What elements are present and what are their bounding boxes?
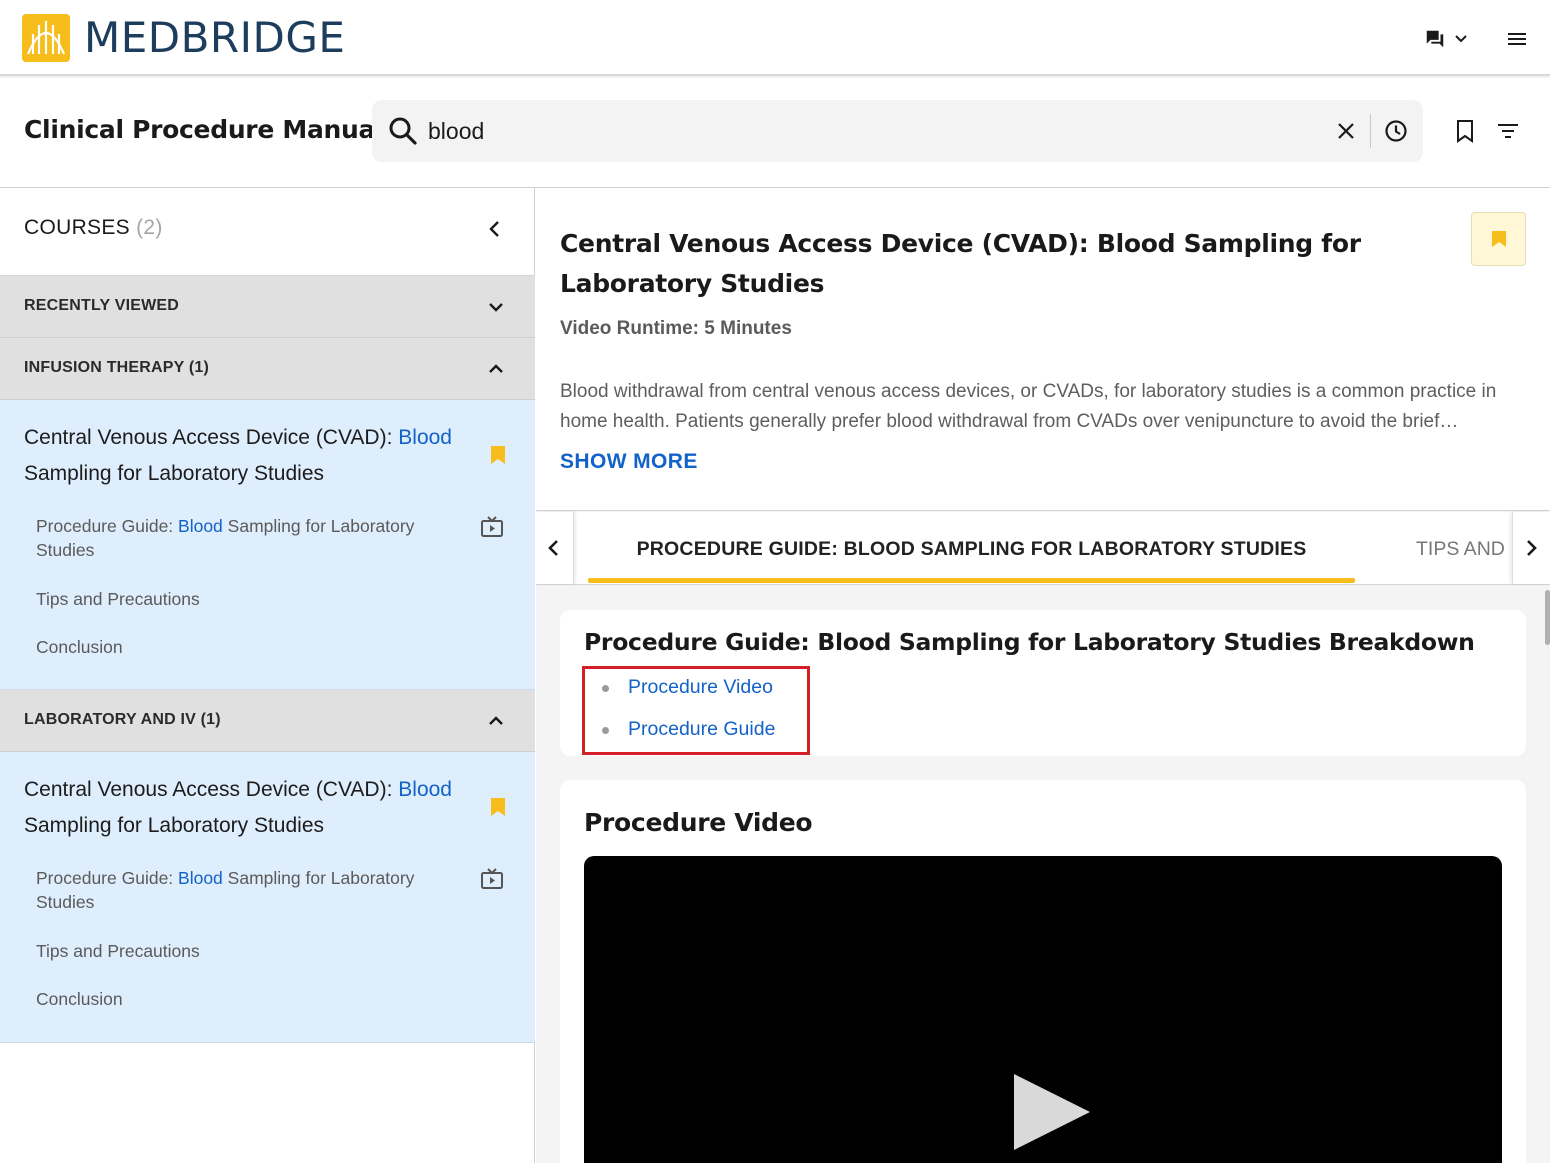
chevron-up-icon [489, 716, 503, 725]
brand-name: MEDBRIDGE [84, 13, 346, 62]
search-input[interactable] [428, 112, 1308, 150]
history-clock-icon[interactable] [1383, 118, 1409, 144]
search-highlight: Blood [178, 516, 223, 536]
hamburger-menu-icon[interactable] [1504, 26, 1530, 52]
search-bar[interactable] [372, 100, 1423, 162]
sub-item-tips[interactable]: Tips and Precautions [36, 939, 456, 963]
search-highlight: Blood [398, 426, 452, 449]
search-highlight: Blood [178, 868, 223, 888]
course-item: Central Venous Access Device (CVAD): Blo… [0, 400, 535, 690]
search-divider [1370, 114, 1371, 148]
procedure-video-link[interactable]: Procedure Video [628, 676, 773, 699]
section-label: LABORATORY AND IV (1) [24, 711, 221, 728]
section-label: RECENTLY VIEWED [24, 297, 180, 314]
tab-tips-and-precautions[interactable]: TIPS AND [1416, 538, 1506, 568]
section-recently-viewed[interactable]: RECENTLY VIEWED [0, 276, 535, 338]
course-item: Central Venous Access Device (CVAD): Blo… [0, 752, 535, 1043]
sub-item-text: Procedure Guide: [36, 516, 179, 536]
sub-item-text: Procedure Guide: [36, 868, 179, 888]
bookmark-outline-icon[interactable] [1454, 119, 1476, 143]
courses-header: COURSES (2) [0, 188, 535, 276]
section-tabs: PROCEDURE GUIDE: BLOOD SAMPLING FOR LABO… [536, 512, 1550, 585]
sub-item-conclusion[interactable]: Conclusion [36, 635, 456, 659]
chat-bubbles-icon [1426, 30, 1444, 48]
courses-label: COURSES [24, 216, 130, 239]
course-description: Blood withdrawal from central venous acc… [560, 381, 1497, 432]
bullet-dot [602, 727, 609, 734]
bookmark-filled-icon[interactable] [489, 445, 507, 465]
manual-header: Clinical Procedure Manual [0, 78, 1550, 188]
active-tab-indicator [588, 578, 1355, 583]
chevron-down-icon [1455, 35, 1467, 43]
procedure-video-card: Procedure Video [560, 780, 1526, 1163]
chevron-left-icon [548, 540, 558, 556]
video-player[interactable] [584, 856, 1502, 1163]
show-more-link[interactable]: SHOW MORE [560, 450, 698, 474]
course-title-link[interactable]: Central Venous Access Device (CVAD): Blo… [24, 420, 464, 492]
section-laboratory-and-iv[interactable]: LABORATORY AND IV (1) [0, 690, 535, 752]
course-title-text: Central Venous Access Device (CVAD): [24, 426, 399, 449]
tab-scroll-left-button[interactable] [536, 512, 574, 584]
video-section-title: Procedure Video [584, 808, 813, 837]
bookmark-button[interactable] [1471, 212, 1526, 266]
play-icon[interactable] [1012, 1072, 1092, 1152]
tab-scroll-right-button[interactable] [1512, 512, 1550, 584]
chevron-down-icon [489, 303, 503, 312]
course-title-text: Central Venous Access Device (CVAD): [24, 778, 399, 801]
chevron-right-icon [1527, 540, 1537, 556]
procedure-guide-link[interactable]: Procedure Guide [628, 718, 775, 741]
clear-search-icon[interactable] [1334, 119, 1358, 143]
search-highlight: Blood [398, 778, 452, 801]
tab-procedure-guide[interactable]: PROCEDURE GUIDE: BLOOD SAMPLING FOR LABO… [588, 512, 1355, 584]
chevron-up-icon [489, 364, 503, 373]
sub-item-procedure-guide[interactable]: Procedure Guide: Blood Sampling for Labo… [36, 514, 456, 562]
filter-icon[interactable] [1496, 119, 1520, 143]
course-detail: Central Venous Access Device (CVAD): Blo… [536, 188, 1550, 511]
courses-heading: COURSES (2) [24, 216, 163, 240]
bookmark-filled-icon[interactable] [489, 797, 507, 817]
collapse-sidebar-chevron-left-icon[interactable] [482, 216, 508, 242]
medbridge-logo-icon[interactable] [22, 14, 70, 62]
main-content: Central Venous Access Device (CVAD): Blo… [536, 188, 1550, 1163]
tab-label: PROCEDURE GUIDE: BLOOD SAMPLING FOR LABO… [636, 538, 1307, 560]
sub-item-tips[interactable]: Tips and Precautions [36, 587, 456, 611]
breakdown-title: Procedure Guide: Blood Sampling for Labo… [584, 628, 1475, 656]
video-runtime: Video Runtime: 5 Minutes [560, 318, 792, 339]
video-tv-icon [481, 516, 503, 537]
search-icon [389, 117, 417, 145]
section-infusion-therapy[interactable]: INFUSION THERAPY (1) [0, 338, 535, 400]
breakdown-card: Procedure Guide: Blood Sampling for Labo… [560, 610, 1526, 756]
section-label: INFUSION THERAPY (1) [24, 359, 210, 376]
course-detail-title: Central Venous Access Device (CVAD): Blo… [560, 229, 1361, 298]
chat-menu-button[interactable] [1424, 26, 1474, 52]
scrollbar-thumb[interactable] [1545, 590, 1550, 645]
sub-item-conclusion[interactable]: Conclusion [36, 987, 456, 1011]
course-title-link[interactable]: Central Venous Access Device (CVAD): Blo… [24, 772, 464, 844]
courses-sidebar: COURSES (2) RECENTLY VIEWED INFUSION THE… [0, 188, 535, 1163]
course-title-text: Sampling for Laboratory Studies [24, 462, 324, 485]
bullet-dot [602, 685, 609, 692]
courses-count: (2) [136, 216, 163, 239]
page-title: Clinical Procedure Manual [24, 115, 384, 144]
course-title-text: Sampling for Laboratory Studies [24, 814, 324, 837]
video-tv-icon [481, 868, 503, 889]
bookmark-filled-icon [1492, 231, 1506, 247]
sub-item-procedure-guide[interactable]: Procedure Guide: Blood Sampling for Labo… [36, 866, 456, 914]
top-navigation-bar: MEDBRIDGE [0, 0, 1550, 76]
